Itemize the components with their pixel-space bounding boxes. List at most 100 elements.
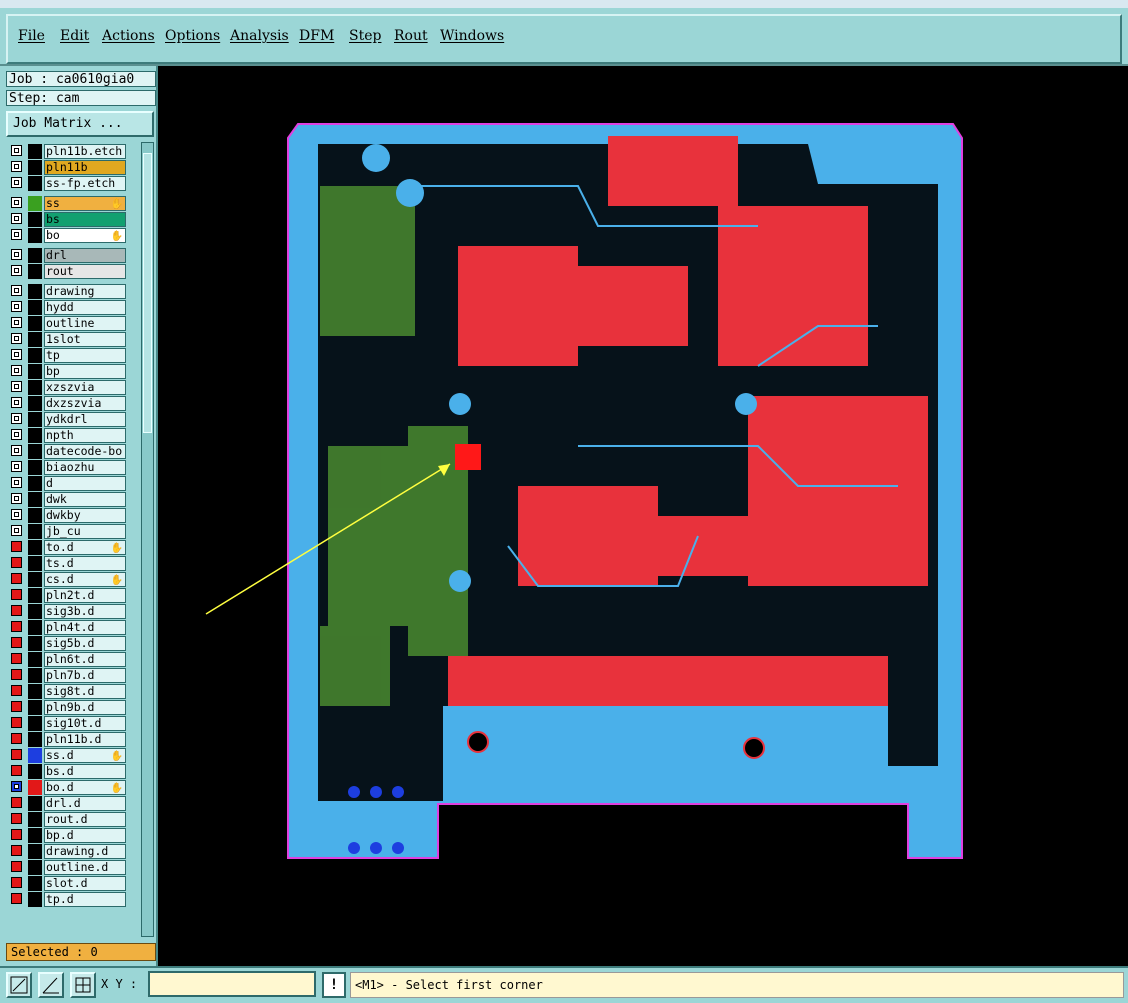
layer-name[interactable]: 1slot — [44, 332, 126, 347]
layer-row[interactable]: tp.d — [6, 892, 128, 907]
layer-checkbox[interactable] — [11, 589, 22, 600]
layer-name[interactable]: datecode-bo — [44, 444, 126, 459]
layer-name[interactable]: dwk — [44, 492, 126, 507]
layer-name[interactable]: cs.d ✋ — [44, 572, 126, 587]
layer-color-swatch[interactable] — [28, 892, 42, 907]
menu-step[interactable]: Step — [349, 28, 381, 44]
layer-row[interactable]: pln11b.d — [6, 732, 128, 747]
layer-checkbox[interactable] — [11, 461, 22, 472]
layer-color-swatch[interactable] — [28, 636, 42, 651]
layer-color-swatch[interactable] — [28, 796, 42, 811]
layer-color-swatch[interactable] — [28, 556, 42, 571]
layer-color-swatch[interactable] — [28, 812, 42, 827]
layer-name[interactable]: ss.d ✋ — [44, 748, 126, 763]
layer-checkbox[interactable] — [11, 177, 22, 188]
layer-checkbox[interactable] — [11, 877, 22, 888]
layer-color-swatch[interactable] — [28, 732, 42, 747]
menu-file[interactable]: File — [18, 28, 45, 44]
graphic-canvas[interactable] — [158, 66, 1128, 966]
layer-name[interactable]: ts.d — [44, 556, 126, 571]
layer-name[interactable]: d — [44, 476, 126, 491]
layer-checkbox[interactable] — [11, 197, 22, 208]
layer-row[interactable]: drl — [6, 248, 128, 263]
layer-color-swatch[interactable] — [28, 212, 42, 227]
layer-checkbox[interactable] — [11, 621, 22, 632]
layer-color-swatch[interactable] — [28, 508, 42, 523]
layer-row[interactable]: d — [6, 476, 128, 491]
layer-name[interactable]: pln4t.d — [44, 620, 126, 635]
layer-color-swatch[interactable] — [28, 620, 42, 635]
layer-color-swatch[interactable] — [28, 828, 42, 843]
layer-color-swatch[interactable] — [28, 540, 42, 555]
layer-row[interactable]: ss-fp.etch — [6, 176, 128, 191]
layer-name[interactable]: dwkby — [44, 508, 126, 523]
layer-color-swatch[interactable] — [28, 364, 42, 379]
layer-color-swatch[interactable] — [28, 380, 42, 395]
menu-actions[interactable]: Actions — [102, 28, 155, 44]
layer-row[interactable]: sig3b.d — [6, 604, 128, 619]
layer-checkbox[interactable] — [11, 249, 22, 260]
layer-checkbox[interactable] — [11, 781, 22, 792]
layer-name[interactable]: drawing.d — [44, 844, 126, 859]
layer-row[interactable]: ss.d ✋ — [6, 748, 128, 763]
layer-row[interactable]: dxzszvia — [6, 396, 128, 411]
layer-row[interactable]: sig5b.d — [6, 636, 128, 651]
layer-checkbox[interactable] — [11, 493, 22, 504]
layer-name[interactable]: pln11b.d — [44, 732, 126, 747]
layer-row[interactable]: jb_cu — [6, 524, 128, 539]
menu-dfm[interactable]: DFM — [299, 28, 334, 44]
layer-name[interactable]: bs.d — [44, 764, 126, 779]
layer-color-swatch[interactable] — [28, 444, 42, 459]
layer-checkbox[interactable] — [11, 701, 22, 712]
layer-name[interactable]: rout.d — [44, 812, 126, 827]
layer-name[interactable]: outline.d — [44, 860, 126, 875]
layer-checkbox[interactable] — [11, 813, 22, 824]
layer-name[interactable]: tp — [44, 348, 126, 363]
layer-color-swatch[interactable] — [28, 748, 42, 763]
layer-name[interactable]: ss ✋ — [44, 196, 126, 211]
layer-checkbox[interactable] — [11, 333, 22, 344]
layer-row[interactable]: bs — [6, 212, 128, 227]
layer-color-swatch[interactable] — [28, 248, 42, 263]
layer-row[interactable]: slot.d — [6, 876, 128, 891]
layer-color-swatch[interactable] — [28, 572, 42, 587]
layer-checkbox[interactable] — [11, 301, 22, 312]
layer-checkbox[interactable] — [11, 733, 22, 744]
layer-name[interactable]: dxzszvia — [44, 396, 126, 411]
menu-windows[interactable]: Windows — [440, 28, 504, 44]
layer-name[interactable]: pln2t.d — [44, 588, 126, 603]
layer-checkbox[interactable] — [11, 413, 22, 424]
layer-name[interactable]: hydd — [44, 300, 126, 315]
layer-color-swatch[interactable] — [28, 604, 42, 619]
grid-icon[interactable] — [70, 972, 96, 998]
layer-color-swatch[interactable] — [28, 144, 42, 159]
layer-row[interactable]: pln9b.d — [6, 700, 128, 715]
layer-row[interactable]: rout.d — [6, 812, 128, 827]
job-matrix-button[interactable]: Job Matrix ... — [6, 111, 154, 137]
layer-checkbox[interactable] — [11, 685, 22, 696]
layer-checkbox[interactable] — [11, 365, 22, 376]
layer-row[interactable]: pln6t.d — [6, 652, 128, 667]
layer-row[interactable]: rout — [6, 264, 128, 279]
layer-color-swatch[interactable] — [28, 700, 42, 715]
layer-row[interactable]: sig10t.d — [6, 716, 128, 731]
layer-color-swatch[interactable] — [28, 196, 42, 211]
layer-row[interactable]: xzszvia — [6, 380, 128, 395]
layer-row[interactable]: pln11b — [6, 160, 128, 175]
layer-checkbox[interactable] — [11, 265, 22, 276]
layer-name[interactable]: bs — [44, 212, 126, 227]
layer-color-swatch[interactable] — [28, 428, 42, 443]
layer-checkbox[interactable] — [11, 161, 22, 172]
layer-checkbox[interactable] — [11, 605, 22, 616]
layer-color-swatch[interactable] — [28, 284, 42, 299]
layer-checkbox[interactable] — [11, 349, 22, 360]
layer-checkbox[interactable] — [11, 381, 22, 392]
layer-row[interactable]: dwk — [6, 492, 128, 507]
layer-checkbox[interactable] — [11, 509, 22, 520]
layer-color-swatch[interactable] — [28, 396, 42, 411]
layer-name[interactable]: bp.d — [44, 828, 126, 843]
pcb-view[interactable] — [158, 66, 1128, 966]
layer-checkbox[interactable] — [11, 525, 22, 536]
layer-row[interactable]: pln7b.d — [6, 668, 128, 683]
layer-row[interactable]: npth — [6, 428, 128, 443]
